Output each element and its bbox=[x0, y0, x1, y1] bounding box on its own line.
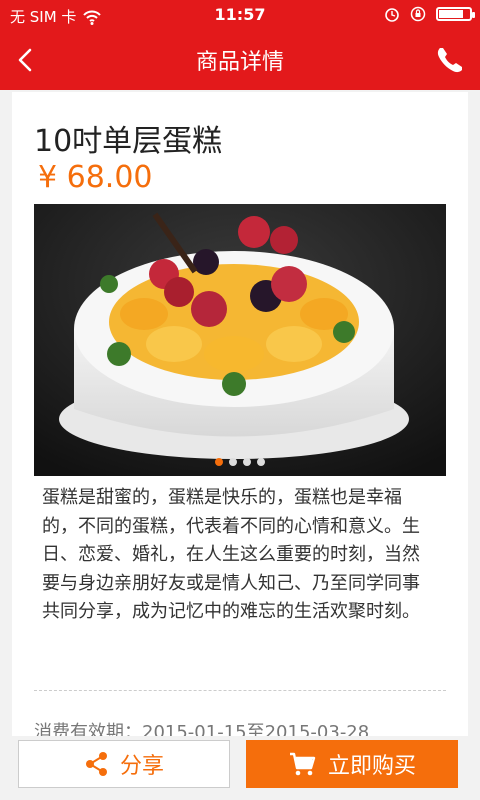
buy-label: 立即购买 bbox=[327, 754, 416, 779]
cake-photo bbox=[34, 204, 446, 476]
cart-icon bbox=[289, 752, 316, 776]
carousel-dot[interactable] bbox=[243, 458, 251, 466]
share-label: 分享 bbox=[119, 754, 164, 779]
divider bbox=[34, 690, 446, 691]
bottom-action-bar: 分享 立即购买 bbox=[0, 736, 480, 800]
product-description: 蛋糕是甜蜜的，蛋糕是快乐的，蛋糕也是幸福的，不同的蛋糕，代表着不同的心情和意义。… bbox=[42, 487, 420, 622]
rotation-lock-icon bbox=[410, 6, 426, 22]
nav-bar: 商品详情 bbox=[0, 30, 480, 90]
carousel-dot[interactable] bbox=[215, 458, 223, 466]
product-card: 10吋单层蛋糕 ¥ 68.00 蛋糕是甜蜜的，蛋糕是快乐的，蛋糕也是幸福的，不同… bbox=[12, 92, 468, 800]
status-bar: 无 SIM 卡 11:57 bbox=[0, 0, 480, 30]
share-icon bbox=[85, 752, 107, 776]
buy-now-button[interactable]: 立即购买 bbox=[246, 740, 458, 788]
page-title: 商品详情 bbox=[195, 50, 284, 75]
product-price: ¥ 68.00 bbox=[38, 160, 153, 195]
carousel-dot[interactable] bbox=[229, 458, 237, 466]
alarm-icon bbox=[385, 8, 399, 22]
battery-icon bbox=[436, 7, 475, 21]
carousel-indicator bbox=[34, 458, 446, 466]
share-button[interactable]: 分享 bbox=[18, 740, 230, 788]
product-image-carousel[interactable] bbox=[34, 204, 446, 476]
phone-icon[interactable] bbox=[434, 44, 466, 76]
carousel-dot[interactable] bbox=[257, 458, 265, 466]
product-name: 10吋单层蛋糕 bbox=[34, 124, 223, 159]
